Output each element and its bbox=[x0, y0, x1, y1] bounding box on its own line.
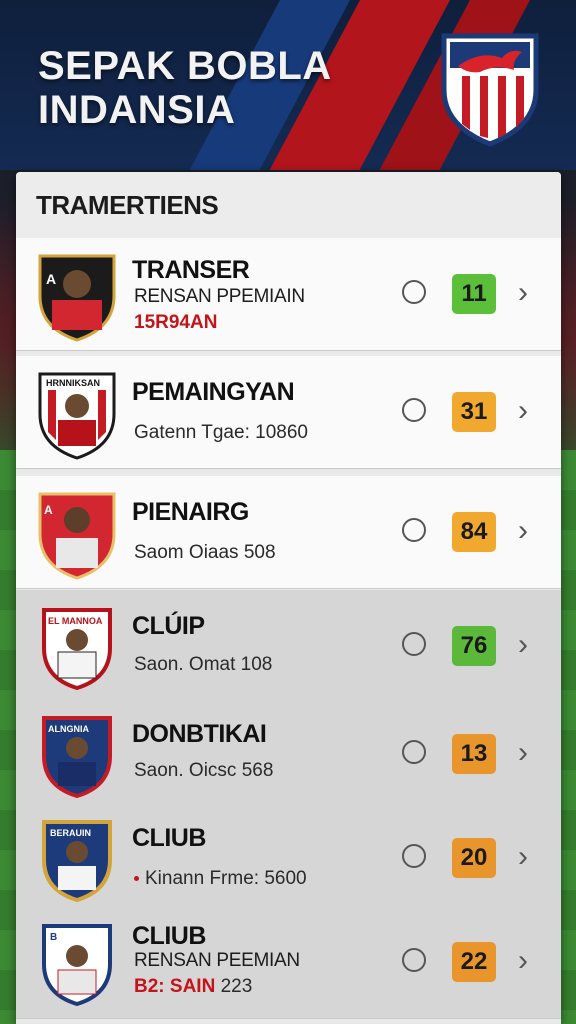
row-detail: Saom Oiaas 508 bbox=[134, 542, 276, 563]
player-avatar: HRNNIKSAN bbox=[36, 368, 118, 460]
rating-badge: 13 bbox=[452, 734, 496, 774]
list-item[interactable]: HRNNIKSAN PEMAINGYAN Gatenn Tgae: 10860 … bbox=[16, 356, 561, 469]
row-title: CLIUB bbox=[132, 922, 206, 950]
player-avatar: EL MANNOA bbox=[36, 602, 118, 694]
svg-text:BERAUIN: BERAUIN bbox=[50, 828, 91, 838]
select-radio[interactable] bbox=[402, 632, 426, 656]
row-detail: Saon. Omat 108 bbox=[134, 654, 273, 675]
svg-text:B: B bbox=[50, 932, 57, 943]
row-detail-number: 223 bbox=[220, 976, 253, 997]
rating-badge: 20 bbox=[452, 838, 496, 878]
row-title: PIENAIRG bbox=[132, 498, 249, 526]
list-item[interactable]: B CLIUB RENSAN PEEMIAN B2: SAIN 223 22 › bbox=[16, 906, 561, 1019]
select-radio[interactable] bbox=[402, 844, 426, 868]
row-title: CLIUB bbox=[132, 824, 206, 852]
row-title: PEMAINGYAN bbox=[132, 378, 295, 406]
select-radio[interactable] bbox=[402, 740, 426, 764]
list-item[interactable]: EL MANNOA CLÚIP Saon. Omat 108 76 › bbox=[16, 590, 561, 703]
row-detail-text: Kinann Frme: 5600 bbox=[145, 868, 307, 889]
svg-text:EL MANNOA: EL MANNOA bbox=[48, 616, 103, 626]
rating-badge: 31 bbox=[452, 392, 496, 432]
svg-text:ALNGNIA: ALNGNIA bbox=[48, 724, 89, 734]
chevron-right-icon[interactable]: › bbox=[518, 736, 540, 770]
row-detail: 15R94AN bbox=[134, 312, 218, 333]
row-detail: Kinann Frme: 5600 bbox=[134, 868, 307, 890]
list-item[interactable]: A TRANSER RENSAN PPEMIAIN 15R94AN 11 › bbox=[16, 238, 561, 351]
chevron-right-icon[interactable]: › bbox=[518, 276, 540, 310]
select-radio[interactable] bbox=[402, 280, 426, 304]
player-avatar: BERAUIN bbox=[36, 814, 118, 906]
rating-badge: 84 bbox=[452, 512, 496, 552]
list-item[interactable]: ALNGNIA DONBTIKAI Saon. Oicsc 568 13 › bbox=[16, 698, 561, 811]
svg-text:HRNNIKSAN: HRNNIKSAN bbox=[46, 378, 100, 388]
club-crest-shield-icon[interactable] bbox=[440, 30, 540, 148]
player-avatar: A bbox=[36, 250, 118, 342]
rating-badge: 22 bbox=[452, 942, 496, 982]
chevron-right-icon[interactable]: › bbox=[518, 514, 540, 548]
transfer-panel: TRAMERTIENS A TRANSER RENSAN PPEMIAIN 15… bbox=[16, 172, 561, 1024]
rating-badge: 76 bbox=[452, 626, 496, 666]
row-detail: B2: SAIN 223 bbox=[134, 976, 252, 998]
row-detail: Saon. Oicsc 568 bbox=[134, 760, 274, 781]
panel-heading: TRAMERTIENS bbox=[16, 172, 561, 239]
app-title-line2: INDANSIA bbox=[38, 88, 236, 132]
row-subtitle: RENSAN PPEMIAIN bbox=[134, 286, 305, 307]
svg-text:A: A bbox=[44, 503, 53, 517]
row-detail: Gatenn Tgae: 10860 bbox=[134, 422, 308, 443]
chevron-right-icon[interactable]: › bbox=[518, 628, 540, 662]
player-avatar: A bbox=[36, 488, 118, 580]
select-radio[interactable] bbox=[402, 398, 426, 422]
chevron-right-icon[interactable]: › bbox=[518, 944, 540, 978]
chevron-right-icon[interactable]: › bbox=[518, 840, 540, 874]
row-subtitle: RENSAN PEEMIAN bbox=[134, 950, 300, 971]
bullet-icon bbox=[134, 876, 139, 882]
app-title-line1: SEPAK BOBLA bbox=[38, 44, 332, 88]
row-title: CLÚIP bbox=[132, 612, 205, 640]
svg-text:A: A bbox=[46, 271, 56, 287]
select-radio[interactable] bbox=[402, 518, 426, 542]
rating-badge: 11 bbox=[452, 274, 496, 314]
player-avatar: ALNGNIA bbox=[36, 710, 118, 802]
row-title: DONBTIKAI bbox=[132, 720, 267, 748]
list-item[interactable]: BERAUIN CLIUB Kinann Frme: 5600 20 › bbox=[16, 802, 561, 915]
player-avatar: B bbox=[36, 918, 118, 1010]
select-radio[interactable] bbox=[402, 948, 426, 972]
list-item[interactable]: A PIENAIRG Saom Oiaas 508 84 › bbox=[16, 476, 561, 589]
row-detail-code: B2: SAIN bbox=[134, 976, 216, 997]
row-title: TRANSER bbox=[132, 256, 250, 284]
app-title: SEPAK BOBLA INDANSIA bbox=[38, 44, 358, 132]
chevron-right-icon[interactable]: › bbox=[518, 394, 540, 428]
